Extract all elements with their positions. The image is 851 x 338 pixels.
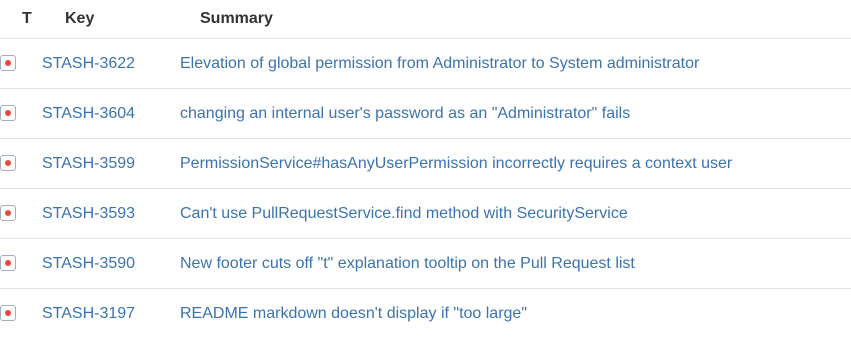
type-cell <box>0 138 42 189</box>
issue-key-link[interactable]: STASH-3604 <box>42 105 135 122</box>
key-cell: STASH-3599 <box>42 138 180 189</box>
key-cell: STASH-3197 <box>42 289 180 338</box>
issues-table: T Key Summary STASH-3622 Elevation of gl… <box>0 0 851 338</box>
summary-cell: New footer cuts off "t" explanation tool… <box>180 238 851 289</box>
table-row: STASH-3197 README markdown doesn't displ… <box>0 289 851 338</box>
column-header-key[interactable]: Key <box>42 0 180 39</box>
summary-cell: changing an internal user's password as … <box>180 88 851 139</box>
table-row: STASH-3593 Can't use PullRequestService.… <box>0 188 851 239</box>
issue-summary-link[interactable]: New footer cuts off "t" explanation tool… <box>180 255 635 272</box>
issue-summary-link[interactable]: README markdown doesn't display if "too … <box>180 305 527 322</box>
bug-icon <box>0 55 16 72</box>
bug-icon <box>0 255 16 272</box>
type-cell <box>0 289 42 338</box>
summary-cell: PermissionService#hasAnyUserPermission i… <box>180 138 851 189</box>
key-cell: STASH-3590 <box>42 238 180 289</box>
type-cell <box>0 188 42 239</box>
type-cell <box>0 88 42 139</box>
type-cell <box>0 38 42 89</box>
table-row: STASH-3590 New footer cuts off "t" expla… <box>0 238 851 289</box>
bug-icon <box>0 105 16 122</box>
table-row: STASH-3599 PermissionService#hasAnyUserP… <box>0 138 851 189</box>
summary-cell: Can't use PullRequestService.find method… <box>180 188 851 239</box>
key-cell: STASH-3593 <box>42 188 180 239</box>
issue-key-link[interactable]: STASH-3599 <box>42 155 135 172</box>
bug-icon <box>0 305 16 322</box>
key-cell: STASH-3622 <box>42 38 180 89</box>
issue-key-link[interactable]: STASH-3590 <box>42 255 135 272</box>
issue-summary-link[interactable]: changing an internal user's password as … <box>180 105 630 122</box>
summary-cell: Elevation of global permission from Admi… <box>180 38 851 89</box>
type-cell <box>0 238 42 289</box>
bug-icon <box>0 205 16 222</box>
issue-key-link[interactable]: STASH-3593 <box>42 205 135 222</box>
column-header-summary[interactable]: Summary <box>180 0 851 39</box>
column-header-type[interactable]: T <box>0 0 42 39</box>
issue-summary-link[interactable]: Elevation of global permission from Admi… <box>180 55 699 72</box>
summary-cell: README markdown doesn't display if "too … <box>180 289 851 338</box>
issue-summary-link[interactable]: PermissionService#hasAnyUserPermission i… <box>180 155 732 172</box>
key-cell: STASH-3604 <box>42 88 180 139</box>
issue-summary-link[interactable]: Can't use PullRequestService.find method… <box>180 205 628 222</box>
issue-key-link[interactable]: STASH-3197 <box>42 305 135 322</box>
table-row: STASH-3604 changing an internal user's p… <box>0 88 851 139</box>
header-row: T Key Summary <box>0 0 851 39</box>
bug-icon <box>0 155 16 172</box>
table-row: STASH-3622 Elevation of global permissio… <box>0 38 851 89</box>
issue-key-link[interactable]: STASH-3622 <box>42 55 135 72</box>
